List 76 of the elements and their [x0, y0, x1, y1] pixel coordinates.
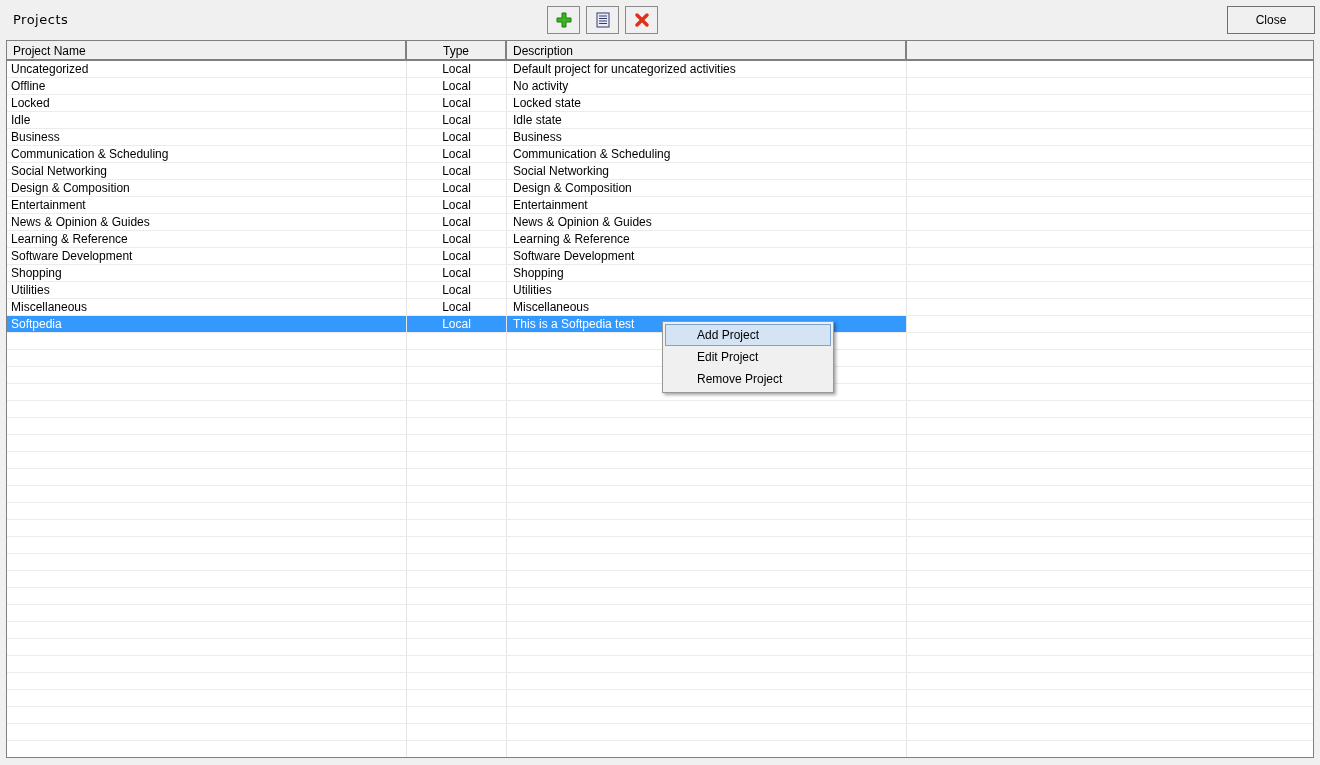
table-cell: Local — [442, 164, 471, 178]
table-cell: Utilities — [11, 283, 50, 297]
table-cell: Local — [442, 215, 471, 229]
menu-item[interactable]: Edit Project — [665, 346, 831, 368]
table-row[interactable]: Design & Composition Local Design & Composition — [7, 180, 1313, 197]
table-cell: Local — [442, 317, 471, 331]
table-cell: Software Development — [513, 249, 635, 263]
table-cell: Learning & Reference — [11, 232, 128, 246]
table-cell: Business — [11, 130, 60, 144]
table-cell: Local — [442, 266, 471, 280]
table-row[interactable]: Social Networking Local Social Networking — [7, 163, 1313, 180]
toolbar-button[interactable] — [586, 6, 619, 34]
window-title: Projects — [13, 11, 69, 30]
menu-item[interactable]: Remove Project — [665, 368, 831, 390]
column-header[interactable]: Type — [407, 41, 507, 59]
table-cell: Learning & Reference — [513, 232, 630, 246]
toolbar-button[interactable] — [625, 6, 658, 34]
menu-item[interactable]: Add Project — [665, 324, 831, 346]
table-row[interactable]: Software Development Local Software Development — [7, 248, 1313, 265]
table-cell: News & Opinion & Guides — [513, 215, 652, 229]
table-cell: Social Networking — [513, 164, 610, 178]
table-cell: Shopping — [513, 266, 564, 280]
table-row[interactable]: Uncategorized Local Default project for uncategorized activities — [7, 61, 1313, 78]
table-cell: Entertainment — [11, 198, 86, 212]
table-cell: Local — [442, 96, 471, 110]
table-cell: Offline — [11, 79, 46, 93]
table-cell: Idle state — [513, 113, 562, 127]
table-row[interactable]: Shopping Local Shopping — [7, 265, 1313, 282]
table-cell: Shopping — [11, 266, 62, 280]
table-cell: Locked — [11, 96, 50, 110]
table-cell: Local — [442, 181, 471, 195]
table-cell: Communication & Scheduling — [11, 147, 169, 161]
table-cell: News & Opinion & Guides — [11, 215, 150, 229]
table-row[interactable]: Communication & Scheduling Local Communication & Scheduling — [7, 146, 1313, 163]
table-cell: Social Networking — [11, 164, 108, 178]
table-cell: Business — [513, 130, 562, 144]
close-button[interactable]: Close — [1227, 6, 1315, 34]
table-row[interactable]: Idle Local Idle state — [7, 112, 1313, 129]
column-header[interactable]: Description — [507, 41, 907, 59]
table-cell: Local — [442, 283, 471, 297]
table-row[interactable]: Offline Local No activity — [7, 78, 1313, 95]
column-header[interactable]: Project Name — [7, 41, 407, 59]
table-row[interactable]: Entertainment Local Entertainment — [7, 197, 1313, 214]
table-cell: Local — [442, 113, 471, 127]
table-cell: This is a Softpedia test — [513, 317, 635, 331]
table-cell: Local — [442, 198, 471, 212]
table-cell: Locked state — [513, 96, 582, 110]
table-cell: Local — [442, 62, 471, 76]
table-cell: Local — [442, 249, 471, 263]
table-cell: Utilities — [513, 283, 552, 297]
table-cell: Uncategorized — [11, 62, 89, 76]
table-cell: Design & Composition — [11, 181, 130, 195]
toolbar-button[interactable] — [547, 6, 580, 34]
table-cell: Local — [442, 147, 471, 161]
table-cell: No activity — [513, 79, 569, 93]
table-row[interactable]: Learning & Reference Local Learning & Reference — [7, 231, 1313, 248]
table-cell: Local — [442, 300, 471, 314]
table-row[interactable]: Locked Local Locked state — [7, 95, 1313, 112]
table-cell: Local — [442, 232, 471, 246]
table-cell: Miscellaneous — [513, 300, 590, 314]
table-row[interactable]: Utilities Local Utilities — [7, 282, 1313, 299]
table-cell: Local — [442, 79, 471, 93]
table-row[interactable]: Business Local Business — [7, 129, 1313, 146]
document-icon — [595, 12, 610, 28]
table-cell: Default project for uncategorized activities — [513, 62, 736, 76]
table-cell: Software Development — [11, 249, 133, 263]
table-cell: Softpedia — [11, 317, 62, 331]
table-cell: Miscellaneous — [11, 300, 88, 314]
table-cell: Entertainment — [513, 198, 588, 212]
table-cell: Communication & Scheduling — [513, 147, 671, 161]
close-icon — [633, 12, 650, 28]
table-cell: Local — [442, 130, 471, 144]
table-cell: Design & Composition — [513, 181, 632, 195]
plus-icon — [555, 12, 572, 28]
table-cell: Idle — [11, 113, 31, 127]
table-row[interactable]: News & Opinion & Guides Local News & Opinion & Guides — [7, 214, 1313, 231]
